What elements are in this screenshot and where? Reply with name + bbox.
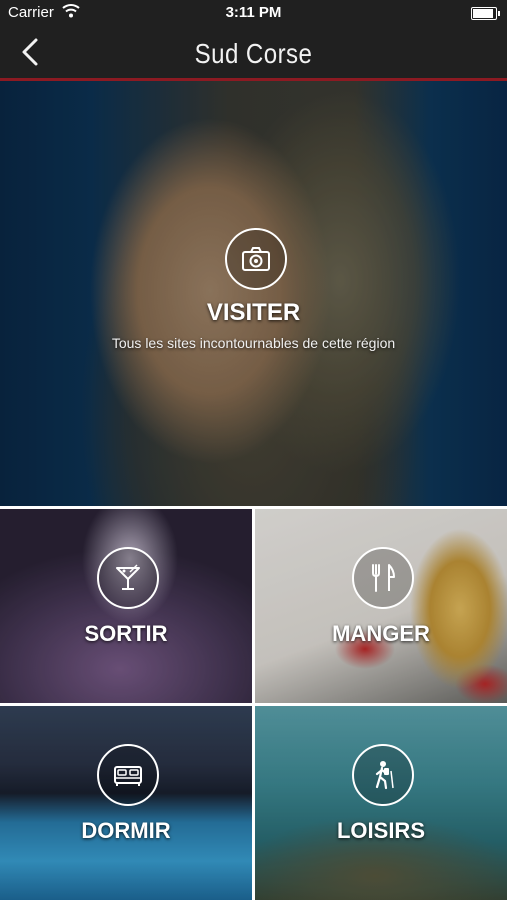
camera-icon [225, 228, 287, 290]
status-bar: Carrier 3:11 PM [0, 0, 507, 26]
tile-subtitle: Tous les sites incontournables de cette … [111, 335, 396, 351]
hiker-icon [352, 744, 414, 806]
navigation-bar: Sud Corse [0, 26, 507, 81]
tile-loisirs[interactable]: LOISIRS [255, 706, 507, 900]
fork-knife-icon [352, 547, 414, 609]
bed-icon [97, 744, 159, 806]
tile-overlay [0, 81, 507, 506]
tile-visiter[interactable]: VISITER Tous les sites incontournables d… [0, 81, 507, 506]
cocktail-icon [97, 547, 159, 609]
tile-manger[interactable]: MANGER [255, 509, 507, 703]
page-title: Sud Corse [194, 38, 313, 69]
tile-dormir[interactable]: DORMIR [0, 706, 252, 900]
tile-sortir[interactable]: SORTIR [0, 509, 252, 703]
tile-label: LOISIRS [336, 818, 425, 843]
tile-label: VISITER [206, 299, 301, 326]
tile-label: DORMIR [81, 818, 171, 843]
battery-icon [471, 7, 500, 20]
tile-label: MANGER [332, 621, 430, 646]
tile-label: SORTIR [84, 621, 168, 646]
status-time: 3:11 PM [225, 4, 282, 21]
